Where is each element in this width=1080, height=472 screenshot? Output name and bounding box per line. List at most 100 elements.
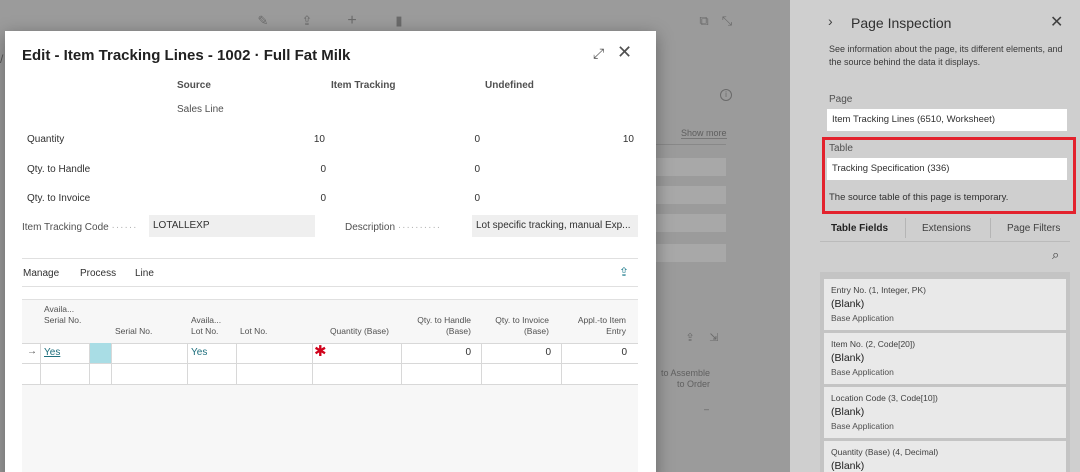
info-icon: i xyxy=(720,89,732,101)
field-name: Quantity (Base) (4, Decimal) xyxy=(831,447,939,457)
collapse-icon: ⤡ xyxy=(721,13,733,28)
share-icon: ⇪ xyxy=(685,332,695,344)
tab-page-filters[interactable]: Page Filters xyxy=(1007,223,1060,234)
pane-description: See information about the page, its diff… xyxy=(829,44,1063,67)
header-qty-to-handle-base[interactable]: Qty. to Handle (Base) xyxy=(405,315,471,337)
grid-column-divider xyxy=(111,343,112,385)
qty-to-invoice-source: 0 xyxy=(320,193,326,204)
inspection-tabs: Table Fields Extensions Page Filters xyxy=(820,214,1070,242)
qty-to-handle-base-cell[interactable]: 0 xyxy=(411,347,471,358)
section-divider xyxy=(22,286,638,287)
background-field xyxy=(656,158,726,176)
qty-to-handle-item-tracking: 0 xyxy=(474,164,480,175)
qty-to-invoice-base-cell[interactable]: 0 xyxy=(491,347,551,358)
grid-column-divider xyxy=(187,343,188,385)
description-field[interactable]: Lot specific tracking, manual Exp... xyxy=(472,215,638,237)
list-item[interactable]: Item No. (2, Code[20]) (Blank) Base Appl… xyxy=(824,333,1066,384)
assemble-dash: – xyxy=(704,404,710,414)
edit-pencil-icon: ✎ xyxy=(257,13,269,28)
current-row-arrow-icon: → xyxy=(27,346,37,357)
delete-icon: ▮ xyxy=(395,13,403,28)
quantity-undefined: 10 xyxy=(622,134,634,145)
grid-column-divider xyxy=(561,343,562,385)
page-label: Page xyxy=(829,94,853,105)
tab-separator xyxy=(990,218,991,238)
appl-to-item-entry-cell[interactable]: 0 xyxy=(567,347,627,358)
expand-icon[interactable]: ⤢ xyxy=(593,45,604,62)
item-tracking-code-label: Item Tracking Code ······ xyxy=(22,222,138,233)
grid-column-divider xyxy=(481,343,482,385)
table-row[interactable] xyxy=(22,364,638,385)
grid-column-divider xyxy=(236,343,237,385)
menu-manage[interactable]: Manage xyxy=(23,268,59,279)
open-new-window-icon: ⧉ xyxy=(699,13,709,28)
tab-extensions[interactable]: Extensions xyxy=(922,223,971,234)
description-label: Description ·········· xyxy=(345,222,442,233)
available-lot-no-link[interactable]: Yes xyxy=(191,347,207,358)
available-serial-no-link[interactable]: Yes xyxy=(44,347,60,358)
close-icon[interactable]: ✕ xyxy=(1050,12,1063,32)
search-icon[interactable]: ⌕ xyxy=(1052,247,1059,263)
qty-to-handle-source: 0 xyxy=(320,164,326,175)
source-column-header: Source xyxy=(177,80,211,91)
menu-line[interactable]: Line xyxy=(135,268,154,279)
grid-column-divider xyxy=(89,343,90,385)
quantity-label: Quantity xyxy=(27,134,65,145)
share-icon: ⇪ xyxy=(301,13,313,28)
header-available-lot-no[interactable]: Availa... Lot No. xyxy=(191,315,231,337)
selected-cell[interactable] xyxy=(90,343,111,363)
item-tracking-code-field[interactable]: LOTALLEXP xyxy=(149,215,315,237)
grid-column-divider xyxy=(401,343,402,385)
source-subheader: Sales Line xyxy=(177,104,224,115)
export-icon: ⇲ xyxy=(709,332,719,344)
qty-to-handle-label: Qty. to Handle xyxy=(27,164,91,175)
tab-table-fields[interactable]: Table Fields xyxy=(831,223,888,234)
add-icon: + xyxy=(347,12,357,29)
background-field xyxy=(656,214,726,232)
list-item[interactable]: Location Code (3, Code[10]) (Blank) Base… xyxy=(824,387,1066,438)
grid-column-divider xyxy=(40,343,41,385)
undefined-column-header: Undefined xyxy=(485,80,534,91)
header-available-serial-no[interactable]: Availa... Serial No. xyxy=(44,304,84,326)
item-tracking-lines-dialog: Edit - Item Tracking Lines - 1002 · Full… xyxy=(5,31,656,472)
qty-to-invoice-item-tracking: 0 xyxy=(474,193,480,204)
header-lot-no[interactable]: Lot No. xyxy=(240,326,267,337)
close-icon[interactable]: ✕ xyxy=(617,42,632,63)
header-quantity-base[interactable]: Quantity (Base) xyxy=(323,326,389,337)
header-serial-no[interactable]: Serial No. xyxy=(115,326,152,337)
quantity-source: 10 xyxy=(313,134,325,145)
page-value-field: Item Tracking Lines (6510, Worksheet) xyxy=(827,109,1067,131)
field-name: Entry No. (1, Integer, PK) xyxy=(831,285,926,295)
field-source: Base Application xyxy=(831,367,894,377)
header-appl-to-item-entry[interactable]: Appl.-to Item Entry xyxy=(560,315,626,337)
grid-column-divider xyxy=(312,343,313,385)
field-source: Base Application xyxy=(831,313,894,323)
section-divider xyxy=(22,258,638,259)
chevron-right-icon[interactable]: › xyxy=(828,13,833,29)
background-divider xyxy=(656,144,726,145)
field-value: (Blank) xyxy=(831,352,865,364)
background-field xyxy=(656,244,726,262)
menu-process[interactable]: Process xyxy=(80,268,116,279)
item-tracking-column-header: Item Tracking xyxy=(331,80,396,91)
pane-title: Page Inspection xyxy=(851,15,952,31)
list-item[interactable]: Quantity (Base) (4, Decimal) (Blank) xyxy=(824,441,1066,472)
list-item[interactable]: Entry No. (1, Integer, PK) (Blank) Base … xyxy=(824,279,1066,330)
field-source: Base Application xyxy=(831,421,894,431)
quantity-item-tracking: 0 xyxy=(474,134,480,145)
required-indicator-icon: ✱ xyxy=(314,343,327,360)
background-field xyxy=(656,186,726,204)
qty-to-invoice-label: Qty. to Invoice xyxy=(27,193,91,204)
field-value: (Blank) xyxy=(831,298,865,310)
field-name: Location Code (3, Code[10]) xyxy=(831,393,938,403)
assemble-to-order-header: to Assemble to Order xyxy=(660,368,710,389)
header-qty-to-invoice-base[interactable]: Qty. to Invoice (Base) xyxy=(483,315,549,337)
background-edge-glyph: / xyxy=(0,52,4,66)
table-highlight-box xyxy=(822,137,1076,214)
page-inspection-pane: › Page Inspection ✕ See information abou… xyxy=(790,0,1080,472)
dialog-title: Edit - Item Tracking Lines - 1002 · Full… xyxy=(22,47,351,64)
tab-separator xyxy=(905,218,906,238)
field-value: (Blank) xyxy=(831,460,865,472)
share-icon[interactable]: ⇪ xyxy=(619,265,629,279)
field-value: (Blank) xyxy=(831,406,865,418)
